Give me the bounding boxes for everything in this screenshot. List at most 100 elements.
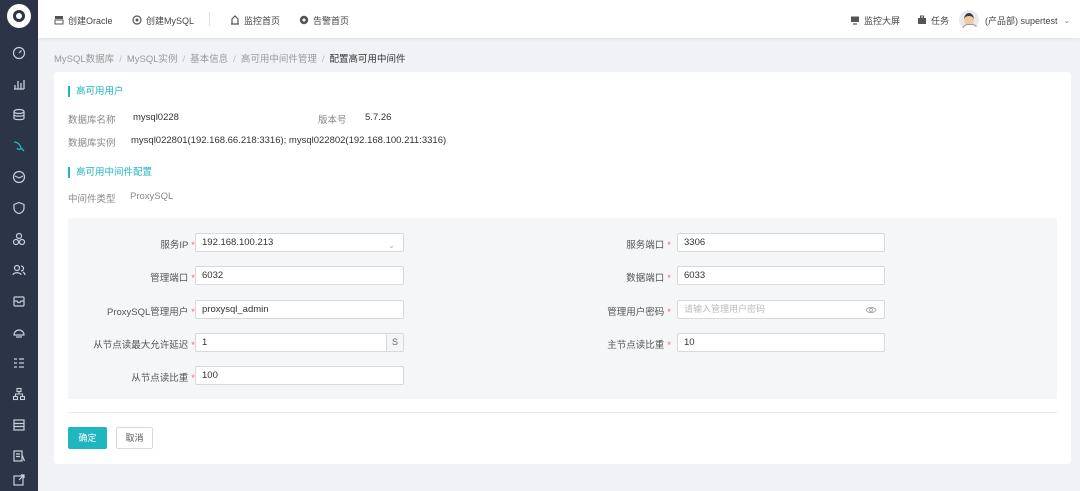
data-port-label-text: 数据端口: [626, 273, 665, 284]
proxysql-user-label: ProxySQL管理用户 *: [107, 304, 195, 318]
top-bar: 创建Oracle 创建MySQL 监控首页 告警首页 监控大屏 任务 (产品部)…: [38, 0, 1080, 38]
screen-icon: [851, 16, 859, 25]
chart-icon[interactable]: [11, 76, 27, 92]
monitor-home-label: 监控首页: [244, 15, 281, 26]
breadcrumb-ha-management[interactable]: 高可用中间件管理: [241, 54, 317, 65]
export-icon[interactable]: [11, 472, 27, 488]
briefcase-icon: [918, 15, 926, 24]
slave-delay-label-text: 从节点读最大允许延迟: [93, 340, 189, 351]
slave-weight-input[interactable]: 100: [195, 366, 404, 385]
sidebar: [0, 0, 38, 491]
breadcrumb-mysql-db[interactable]: MySQL数据库: [54, 54, 114, 65]
required-mark: *: [667, 307, 671, 318]
breadcrumb-separator: /: [321, 54, 325, 65]
slave-weight-label-text: 从节点读比重: [131, 373, 189, 384]
admin-port-label-text: 管理端口: [150, 273, 189, 284]
service-ip-label-text: 服务IP: [160, 240, 189, 251]
slave-delay-value: 1: [202, 337, 208, 348]
user-label: (产品部) supertest: [985, 15, 1058, 26]
list-icon[interactable]: [11, 355, 27, 371]
chevron-down-icon: ⌄: [1063, 15, 1071, 25]
alert-icon: [299, 15, 309, 25]
monitor-home-icon: [231, 15, 239, 25]
breadcrumb: MySQL数据库 / MySQL实例 / 基本信息 / 高可用中间件管理 / 配置高可用中间件: [54, 51, 405, 65]
shield-icon[interactable]: [11, 200, 27, 216]
create-oracle-link[interactable]: 创建Oracle: [54, 13, 113, 27]
user-menu[interactable]: (产品部) supertest ⌄: [985, 13, 1070, 27]
master-weight-label-text: 主节点读比重: [607, 340, 665, 351]
mysql-icon[interactable]: [11, 138, 27, 154]
breadcrumb-basic-info[interactable]: 基本信息: [190, 54, 228, 65]
create-mysql-link[interactable]: 创建MySQL: [132, 13, 194, 27]
monitor-home-link[interactable]: 监控首页: [230, 13, 280, 27]
breadcrumb-current: 配置高可用中间件: [329, 54, 406, 65]
breadcrumb-separator: /: [182, 54, 186, 65]
layers-icon[interactable]: [11, 169, 27, 185]
data-port-label: 数据端口 *: [626, 270, 671, 284]
admin-password-label-text: 管理用户密码: [607, 307, 665, 318]
big-screen-label: 监控大屏: [864, 15, 901, 26]
tasks-label: 任务: [931, 15, 950, 26]
inbox-icon[interactable]: [11, 293, 27, 309]
admin-port-input[interactable]: 6032: [195, 266, 404, 285]
service-port-label-text: 服务端口: [626, 240, 665, 251]
middleware-type-value: ProxySQL: [130, 191, 174, 202]
cluster-icon[interactable]: [11, 231, 27, 247]
version-value: 5.7.26: [365, 112, 392, 123]
report-icon[interactable]: [11, 448, 27, 464]
dashboard-icon[interactable]: [11, 45, 27, 61]
proxysql-form: 服务IP * 192.168.100.213 ⌄ 服务端口 * 3306 管理端口 *…: [68, 218, 1057, 399]
service-ip-label: 服务IP *: [160, 237, 195, 251]
ha-user-section-title: 高可用用户: [68, 86, 124, 97]
table-icon[interactable]: [11, 417, 27, 433]
confirm-button[interactable]: 确定: [68, 427, 107, 449]
db-name-label: 数据库名称: [68, 115, 116, 126]
database-icon[interactable]: [11, 107, 27, 123]
ha-middleware-section-title: 高可用中间件配置: [68, 167, 152, 178]
version-label: 版本号: [318, 115, 347, 126]
big-screen-link[interactable]: 监控大屏: [850, 13, 900, 27]
db-instance-value: mysql022801(192.168.66.218:3316); mysql0…: [131, 135, 447, 146]
required-mark: *: [667, 240, 671, 251]
service-port-label: 服务端口 *: [626, 237, 671, 251]
mysql-db-icon: [132, 15, 142, 25]
oracle-db-icon: [54, 16, 64, 25]
monitor-icon[interactable]: [11, 324, 27, 340]
required-mark: *: [667, 273, 671, 284]
user-avatar[interactable]: [959, 10, 979, 30]
slave-delay-label: 从节点读最大允许延迟 *: [93, 337, 195, 351]
chevron-down-icon: ⌄: [388, 241, 395, 250]
service-ip-select[interactable]: 192.168.100.213 ⌄: [195, 233, 404, 252]
admin-password-label: 管理用户密码 *: [607, 304, 671, 318]
breadcrumb-separator: /: [233, 54, 236, 65]
top-divider: [209, 12, 210, 26]
middleware-type-label: 中间件类型: [68, 194, 116, 205]
admin-password-input[interactable]: 请输入管理用户密码: [677, 300, 885, 319]
footer-divider: [68, 412, 1057, 413]
master-weight-label: 主节点读比重 *: [607, 337, 671, 351]
breadcrumb-mysql-instance[interactable]: MySQL实例: [127, 54, 178, 65]
admin-port-label: 管理端口 *: [150, 270, 195, 284]
logo-icon[interactable]: [7, 4, 31, 28]
network-icon[interactable]: [11, 386, 27, 402]
master-weight-input[interactable]: 10: [677, 333, 885, 352]
service-ip-value: 192.168.100.213: [202, 237, 274, 248]
service-port-input[interactable]: 3306: [677, 233, 885, 252]
data-port-input[interactable]: 6033: [677, 266, 885, 285]
proxysql-user-input[interactable]: proxysql_admin: [195, 300, 404, 319]
slave-delay-input[interactable]: 1 S: [195, 333, 404, 352]
seconds-unit-suffix: S: [386, 334, 403, 351]
slave-weight-label: 从节点读比重 *: [131, 370, 195, 384]
breadcrumb-separator: /: [119, 54, 122, 65]
config-card: 高可用用户 数据库名称 mysql0228 版本号 5.7.26 数据库实例 m…: [54, 72, 1071, 464]
required-mark: *: [667, 340, 671, 351]
cancel-button[interactable]: 取消: [116, 427, 153, 449]
proxysql-user-label-text: ProxySQL管理用户: [107, 307, 189, 318]
alert-home-label: 告警首页: [313, 15, 350, 26]
tasks-link[interactable]: 任务: [917, 13, 949, 27]
alert-home-link[interactable]: 告警首页: [299, 13, 349, 27]
create-oracle-label: 创建Oracle: [68, 15, 113, 26]
users-icon[interactable]: [11, 262, 27, 278]
create-mysql-label: 创建MySQL: [146, 15, 195, 26]
eye-icon[interactable]: [865, 304, 877, 316]
